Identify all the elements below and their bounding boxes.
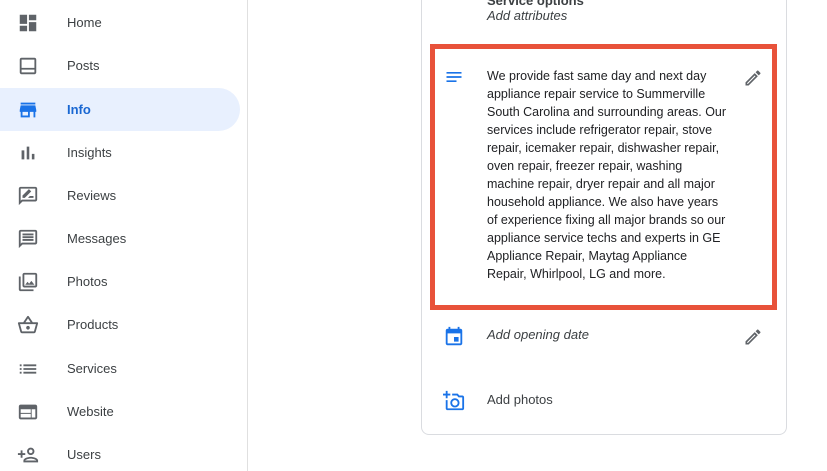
sidebar-item-home[interactable]: Home (0, 1, 240, 44)
sidebar-item-label: Home (67, 15, 102, 30)
sidebar-item-label: Website (67, 404, 114, 419)
sidebar-item-label: Messages (67, 231, 127, 246)
person-add-icon (16, 443, 40, 467)
attributes-header: Service options (487, 0, 584, 8)
sidebar-nav: Home Posts Info Insights Reviews Message… (0, 0, 248, 471)
photo-library-icon (16, 270, 40, 294)
calendar-icon (443, 326, 465, 348)
sidebar-item-label: Insights (67, 145, 112, 160)
sidebar-item-messages[interactable]: Messages (0, 217, 240, 260)
sidebar-item-photos[interactable]: Photos (0, 260, 240, 303)
storefront-icon (16, 98, 40, 122)
add-attributes-link[interactable]: Add attributes (487, 8, 567, 23)
edit-opening-date-icon[interactable] (743, 327, 763, 347)
sidebar-item-website[interactable]: Website (0, 390, 240, 433)
sidebar-item-posts[interactable]: Posts (0, 44, 240, 87)
sidebar-item-reviews[interactable]: Reviews (0, 174, 240, 217)
description-icon (444, 67, 464, 87)
web-icon (16, 400, 40, 424)
sidebar-item-label: Services (67, 361, 117, 376)
sidebar-item-label: Users (67, 447, 101, 462)
bar-chart-icon (16, 141, 40, 165)
rate-review-icon (16, 184, 40, 208)
sidebar-item-label: Photos (67, 274, 108, 289)
sidebar-item-info[interactable]: Info (0, 88, 240, 131)
sidebar-item-label: Products (67, 317, 119, 332)
add-photos-link[interactable]: Add photos (487, 392, 553, 407)
add-photo-icon (443, 390, 465, 412)
sidebar-item-label: Info (67, 102, 91, 117)
basket-icon (16, 313, 40, 337)
sidebar-item-insights[interactable]: Insights (0, 131, 240, 174)
chat-icon (16, 227, 40, 251)
sidebar-item-products[interactable]: Products (0, 303, 240, 346)
add-opening-date-link[interactable]: Add opening date (487, 327, 589, 342)
posts-icon (16, 54, 40, 78)
sidebar-item-services[interactable]: Services (0, 347, 240, 390)
sidebar-item-users[interactable]: Users (0, 433, 240, 471)
edit-description-icon[interactable] (743, 68, 763, 88)
sidebar-item-label: Reviews (67, 188, 117, 203)
list-icon (16, 357, 40, 381)
business-description: We provide fast same day and next day ap… (487, 69, 727, 281)
dashboard-icon (16, 11, 40, 35)
sidebar-item-label: Posts (67, 58, 100, 73)
